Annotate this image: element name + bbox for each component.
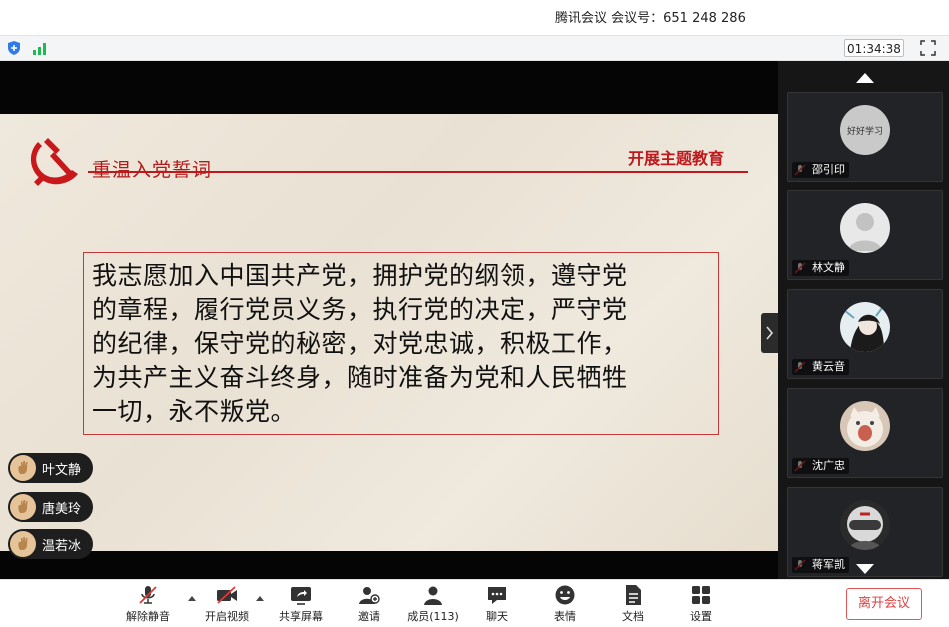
helmet-avatar bbox=[840, 500, 890, 550]
scroll-up-icon[interactable] bbox=[856, 73, 874, 83]
emoji-icon bbox=[555, 585, 575, 605]
meeting-toolbar: 解除静音 开启视频 共享屏幕 邀请 成员(113) 聊天 表情 文档 设置 离开… bbox=[0, 579, 949, 627]
slide: 重温入党誓词 开展主题教育 我志愿加入中国共产党，拥护党的纲领，遵守党 的章程，… bbox=[0, 114, 778, 551]
slide-tag: 开展主题教育 bbox=[628, 149, 725, 168]
participant-name: 林文静 bbox=[792, 260, 849, 276]
chat-label: 聊天 bbox=[486, 610, 508, 623]
emoji-button[interactable]: 表情 bbox=[544, 584, 586, 624]
shield-icon[interactable] bbox=[6, 40, 22, 56]
raised-hand-name: 温若冰 bbox=[42, 538, 82, 554]
audio-options-caret[interactable] bbox=[188, 596, 196, 601]
oath-box: 我志愿加入中国共产党，拥护党的纲领，遵守党 的章程，履行党员义务，执行党的决定，… bbox=[83, 252, 719, 435]
participant-name: 黄云音 bbox=[792, 359, 849, 375]
document-icon bbox=[626, 585, 641, 605]
participant-name: 蒋军凯 bbox=[792, 557, 849, 573]
video-options-caret[interactable] bbox=[256, 596, 264, 601]
fullscreen-icon[interactable] bbox=[920, 40, 936, 56]
docs-button[interactable]: 文档 bbox=[612, 584, 654, 624]
participant-tile[interactable]: 好好学习 邵引印 bbox=[787, 92, 943, 182]
camera-off-icon bbox=[217, 586, 237, 604]
oath-line: 一切，永不叛党。 bbox=[92, 397, 297, 426]
oath-line: 为共产主义奋斗终身，随时准备为党和人民牺牲 bbox=[92, 363, 628, 392]
raised-hand-chip[interactable]: 温若冰 bbox=[8, 529, 94, 559]
settings-button[interactable]: 设置 bbox=[680, 584, 722, 624]
signal-icon[interactable] bbox=[32, 41, 50, 55]
chat-button[interactable]: 聊天 bbox=[476, 584, 518, 624]
start-video-label: 开启视频 bbox=[205, 610, 249, 623]
oath-line: 我志愿加入中国共产党，拥护党的纲领，遵守党 bbox=[92, 261, 628, 290]
participant-tile[interactable]: 林文静 bbox=[787, 190, 943, 280]
oath-line: 的纪律，保守党的秘密，对党忠诚，积极工作， bbox=[92, 329, 628, 358]
unmute-button[interactable]: 解除静音 bbox=[122, 584, 174, 624]
participant-name: 邵引印 bbox=[792, 162, 849, 178]
chat-icon bbox=[488, 587, 506, 604]
title-bar: 腾讯会议 会议号：651 248 286 bbox=[0, 0, 949, 35]
slide-divider bbox=[88, 171, 748, 173]
mic-muted-icon bbox=[139, 586, 157, 604]
scroll-down-icon[interactable] bbox=[856, 564, 874, 574]
cat-avatar bbox=[840, 401, 890, 451]
share-screen-button[interactable]: 共享屏幕 bbox=[275, 584, 327, 624]
members-icon bbox=[424, 586, 442, 605]
participant-name: 沈广忠 bbox=[792, 458, 849, 474]
slide-title: 重温入党誓词 bbox=[92, 159, 213, 181]
settings-label: 设置 bbox=[690, 610, 712, 623]
expand-panel-button[interactable] bbox=[761, 313, 778, 353]
share-screen-icon bbox=[291, 587, 311, 605]
avatar: 好好学习 bbox=[840, 105, 890, 155]
raised-hand-icon bbox=[10, 494, 36, 520]
oath-line: 的章程，履行党员义务，执行党的决定，严守党 bbox=[92, 295, 628, 324]
hammer-sickle-icon bbox=[30, 138, 78, 186]
meeting-title: 腾讯会议 会议号：651 248 286 bbox=[555, 11, 746, 26]
raised-hand-icon bbox=[10, 531, 36, 557]
participant-rail: 好好学习 邵引印 林文静 黄云音 沈广忠 蒋军凯 bbox=[778, 61, 949, 579]
anime-avatar bbox=[840, 302, 890, 352]
raised-hand-chip[interactable]: 叶文静 bbox=[8, 453, 94, 483]
status-bar: 01:34:38 bbox=[0, 35, 949, 61]
invite-button[interactable]: 邀请 bbox=[346, 584, 392, 624]
default-person-icon bbox=[840, 203, 890, 253]
avatar-text: 好好学习 bbox=[846, 126, 883, 137]
raised-hand-chip[interactable]: 唐美玲 bbox=[8, 492, 94, 522]
shared-screen: 重温入党誓词 开展主题教育 我志愿加入中国共产党，拥护党的纲领，遵守党 的章程，… bbox=[0, 61, 778, 579]
add-user-icon bbox=[359, 587, 380, 604]
meeting-timer: 01:34:38 bbox=[844, 39, 904, 57]
members-label: 成员(113) bbox=[407, 610, 459, 623]
unmute-label: 解除静音 bbox=[126, 610, 170, 623]
docs-label: 文档 bbox=[622, 610, 644, 623]
share-screen-label: 共享屏幕 bbox=[279, 610, 323, 623]
leave-meeting-button[interactable]: 离开会议 bbox=[846, 588, 922, 620]
grid-settings-icon bbox=[692, 586, 710, 604]
start-video-button[interactable]: 开启视频 bbox=[201, 584, 253, 624]
raised-hand-name: 叶文静 bbox=[42, 462, 82, 478]
chevron-right-icon bbox=[766, 326, 774, 340]
participant-tile[interactable]: 沈广忠 bbox=[787, 388, 943, 478]
raised-hand-name: 唐美玲 bbox=[42, 501, 82, 517]
members-button[interactable]: 成员(113) bbox=[404, 584, 462, 624]
raised-hand-icon bbox=[10, 455, 36, 481]
emoji-label: 表情 bbox=[554, 610, 576, 623]
participant-tile[interactable]: 黄云音 bbox=[787, 289, 943, 379]
invite-label: 邀请 bbox=[358, 610, 380, 623]
